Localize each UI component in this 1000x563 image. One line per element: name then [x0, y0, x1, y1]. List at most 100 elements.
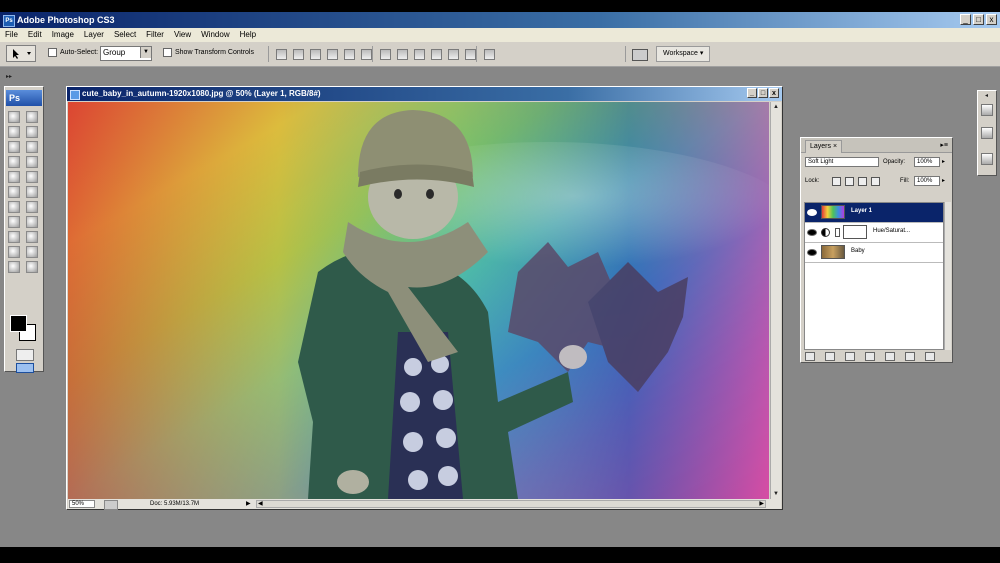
slice-icon[interactable]	[26, 141, 38, 153]
align-vcenter-icon[interactable]	[293, 49, 304, 60]
layer-style-icon[interactable]	[825, 352, 835, 361]
distribute-right-icon[interactable]	[465, 49, 476, 60]
distribute-bottom-icon[interactable]	[414, 49, 425, 60]
clone-stamp-icon[interactable]	[8, 171, 20, 183]
workspace-button[interactable]: Workspace ▾	[656, 46, 711, 62]
lock-pixels-icon[interactable]	[845, 177, 854, 186]
blur-icon[interactable]	[8, 201, 20, 213]
eye-icon[interactable]	[807, 209, 817, 216]
panel-menu-icon[interactable]: ▸≡	[940, 141, 948, 149]
horizontal-scrollbar[interactable]: ◀ ▶	[256, 500, 766, 508]
trash-icon[interactable]	[925, 352, 935, 361]
close-button[interactable]: x	[986, 14, 997, 25]
zoom-icon[interactable]	[26, 261, 38, 273]
menu-edit[interactable]: Edit	[23, 28, 47, 42]
adjustment-layer-button-icon[interactable]	[865, 352, 875, 361]
ps-logo[interactable]: Ps	[6, 90, 42, 106]
collapse-arrow-icon[interactable]: ◂	[985, 92, 988, 99]
pen-icon[interactable]	[8, 216, 20, 228]
quick-mask-icon[interactable]	[16, 349, 34, 361]
blend-mode-dropdown[interactable]: Soft Light	[805, 157, 879, 167]
align-hcenter-icon[interactable]	[344, 49, 355, 60]
screen-mode-icon[interactable]	[16, 363, 34, 373]
eye-icon[interactable]	[807, 249, 817, 256]
align-top-icon[interactable]	[276, 49, 287, 60]
menu-layer[interactable]: Layer	[79, 28, 109, 42]
lock-position-icon[interactable]	[858, 177, 867, 186]
marquee-icon[interactable]	[8, 111, 20, 123]
layer-row[interactable]: Layer 1	[805, 203, 943, 223]
menu-file[interactable]: File	[0, 28, 23, 42]
auto-select-option[interactable]: Auto-Select:	[48, 45, 98, 62]
image-canvas[interactable]	[68, 102, 769, 499]
menu-window[interactable]: Window	[196, 28, 234, 42]
new-group-icon[interactable]	[885, 352, 895, 361]
doc-minimize-button[interactable]: _	[747, 88, 757, 98]
align-right-icon[interactable]	[361, 49, 372, 60]
crop-icon[interactable]	[8, 141, 20, 153]
layer-row[interactable]: Baby	[805, 243, 943, 263]
align-bottom-icon[interactable]	[310, 49, 321, 60]
menu-help[interactable]: Help	[235, 28, 261, 42]
minimize-button[interactable]: _	[960, 14, 971, 25]
scroll-left-arrow[interactable]: ◀	[258, 500, 263, 508]
shape-icon[interactable]	[26, 231, 38, 243]
maximize-button[interactable]: □	[973, 14, 984, 25]
distribute-left-icon[interactable]	[431, 49, 442, 60]
distribute-hcenter-icon[interactable]	[448, 49, 459, 60]
auto-select-dropdown[interactable]: Group ▼	[100, 46, 152, 61]
brushes-icon[interactable]	[981, 153, 993, 165]
brush-icon[interactable]	[26, 156, 38, 168]
doc-close-button[interactable]: x	[769, 88, 779, 98]
add-mask-icon[interactable]	[845, 352, 855, 361]
foreground-color-swatch[interactable]	[10, 315, 27, 332]
bridge-icon[interactable]	[632, 49, 648, 61]
distribute-vcenter-icon[interactable]	[397, 49, 408, 60]
distribute-top-icon[interactable]	[380, 49, 391, 60]
auto-select-checkbox[interactable]	[48, 47, 57, 57]
eye-icon[interactable]	[807, 229, 817, 236]
menu-filter[interactable]: Filter	[141, 28, 169, 42]
scroll-down-arrow[interactable]: ▼	[772, 490, 780, 498]
align-left-icon[interactable]	[327, 49, 338, 60]
new-layer-icon[interactable]	[905, 352, 915, 361]
hand-icon[interactable]	[8, 261, 20, 273]
lock-all-icon[interactable]	[871, 177, 880, 186]
toolbox-collapse-icon[interactable]: ▸▸	[6, 73, 12, 80]
menu-select[interactable]: Select	[109, 28, 141, 42]
move-icon[interactable]	[26, 111, 38, 123]
magic-wand-icon[interactable]	[26, 126, 38, 138]
path-selection-icon[interactable]	[8, 231, 20, 243]
tool-preset-picker[interactable]	[6, 45, 36, 62]
dodge-icon[interactable]	[26, 201, 38, 213]
menu-view[interactable]: View	[169, 28, 196, 42]
lock-transparency-icon[interactable]	[832, 177, 841, 186]
gradient-icon[interactable]	[26, 186, 38, 198]
eyedropper-icon[interactable]	[26, 246, 38, 258]
vertical-scrollbar[interactable]: ▲ ▼	[770, 102, 781, 499]
history-icon[interactable]	[981, 127, 993, 139]
auto-align-icon[interactable]	[484, 49, 495, 60]
notes-icon[interactable]	[8, 246, 20, 258]
transform-checkbox[interactable]	[163, 47, 172, 57]
fill-field[interactable]: 100%	[914, 176, 940, 186]
history-brush-icon[interactable]	[26, 171, 38, 183]
fill-arrow-icon[interactable]: ▸	[942, 176, 945, 186]
opacity-arrow-icon[interactable]: ▸	[942, 157, 945, 167]
type-icon[interactable]	[26, 216, 38, 228]
healing-brush-icon[interactable]	[8, 156, 20, 168]
layer-row[interactable]: Hue/Saturat...	[805, 223, 943, 243]
scroll-up-arrow[interactable]: ▲	[772, 103, 780, 111]
document-title-bar[interactable]: cute_baby_in_autumn-1920x1080.jpg @ 50% …	[67, 87, 782, 101]
eraser-icon[interactable]	[8, 186, 20, 198]
menu-image[interactable]: Image	[47, 28, 79, 42]
transform-controls-option[interactable]: Show Transform Controls	[163, 45, 254, 62]
lasso-icon[interactable]	[8, 126, 20, 138]
status-icon[interactable]	[104, 500, 118, 510]
opacity-field[interactable]: 100%	[914, 157, 940, 167]
layers-scrollbar[interactable]	[944, 202, 951, 350]
status-menu-arrow[interactable]: ▶	[246, 499, 251, 509]
navigator-icon[interactable]	[981, 104, 993, 116]
link-layers-icon[interactable]	[805, 352, 815, 361]
doc-maximize-button[interactable]: □	[758, 88, 768, 98]
